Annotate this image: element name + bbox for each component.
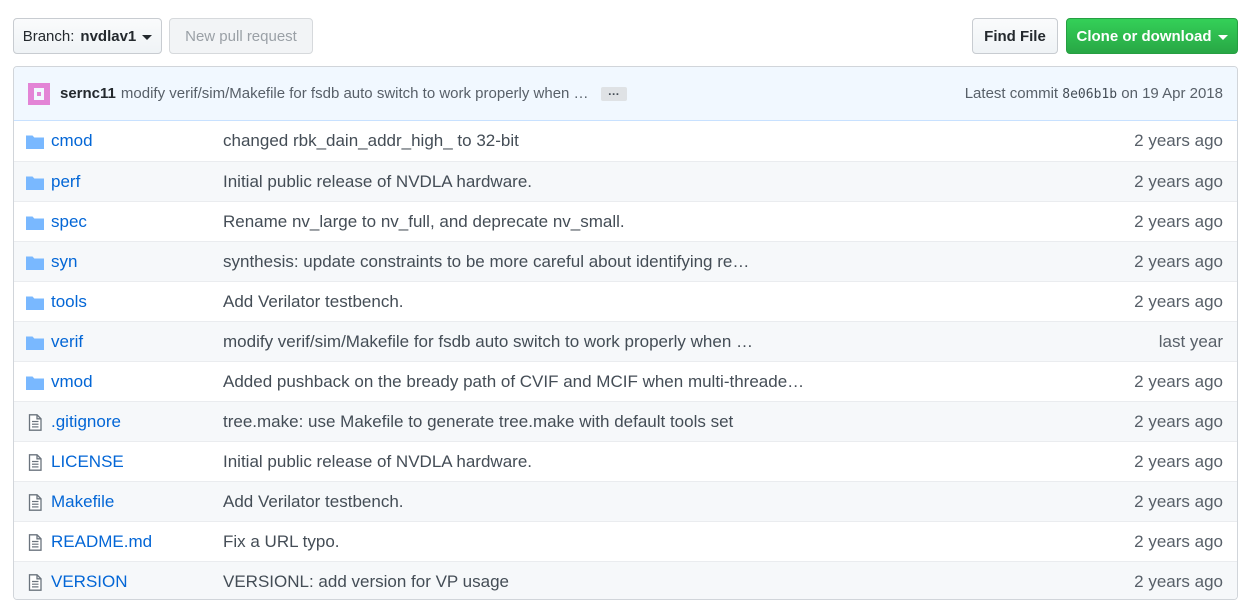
file-name-link[interactable]: syn bbox=[51, 252, 77, 272]
commit-message-link[interactable]: Added pushback on the bready path of CVI… bbox=[223, 372, 804, 392]
find-file-button[interactable]: Find File bbox=[972, 18, 1058, 54]
file-icon bbox=[25, 454, 45, 471]
commit-message-link[interactable]: Initial public release of NVDLA hardware… bbox=[223, 172, 532, 192]
folder-icon bbox=[25, 214, 45, 231]
latest-commit-info: Latest commit 8e06b1b on 19 Apr 2018 bbox=[965, 85, 1223, 102]
commit-age: 2 years ago bbox=[1134, 571, 1223, 591]
commit-message-link[interactable]: Add Verilator testbench. bbox=[223, 492, 404, 512]
commit-message-link[interactable]: changed rbk_dain_addr_high_ to 32-bit bbox=[223, 131, 519, 151]
latest-commit-label: Latest commit bbox=[964, 85, 1059, 102]
commit-age: 2 years ago bbox=[1134, 171, 1223, 191]
commit-sha-link[interactable]: 8e06b1b bbox=[1062, 87, 1117, 102]
commit-age: 2 years ago bbox=[1134, 531, 1223, 551]
expand-commit-button[interactable]: … bbox=[600, 85, 627, 101]
commit-age: 2 years ago bbox=[1134, 491, 1223, 511]
branch-name: nvdlav1 bbox=[80, 27, 137, 45]
file-browser: sernc11 modify verif/sim/Makefile for fs… bbox=[13, 66, 1238, 600]
commit-age: 2 years ago bbox=[1134, 251, 1223, 271]
new-pull-request-button[interactable]: New pull request bbox=[169, 18, 313, 54]
commit-message-link[interactable]: Fix a URL typo. bbox=[223, 532, 340, 552]
commit-message-link[interactable]: modify verif/sim/Makefile for fsdb auto … bbox=[121, 85, 589, 102]
table-row: VERSION VERSIONL: add version for VP usag… bbox=[14, 561, 1237, 599]
table-row: vmod Added pushback on the bready path of… bbox=[14, 361, 1237, 401]
latest-commit-bar: sernc11 modify verif/sim/Makefile for fs… bbox=[14, 67, 1237, 121]
commit-age: 2 years ago bbox=[1134, 411, 1223, 431]
file-name-link[interactable]: vmod bbox=[51, 372, 93, 392]
commit-message-link[interactable]: VERSIONL: add version for VP usage bbox=[223, 572, 509, 592]
table-row: verif modify verif/sim/Makefile for fsdb … bbox=[14, 321, 1237, 361]
file-name-link[interactable]: verif bbox=[51, 332, 83, 352]
folder-icon bbox=[25, 374, 45, 391]
file-icon bbox=[25, 534, 45, 551]
commit-message-link[interactable]: Add Verilator testbench. bbox=[223, 292, 404, 312]
clone-or-download-button[interactable]: Clone or download bbox=[1066, 18, 1238, 54]
file-icon bbox=[25, 574, 45, 591]
file-name-link[interactable]: LICENSE bbox=[51, 452, 124, 472]
file-icon bbox=[25, 494, 45, 511]
commit-date: on 19 Apr 2018 bbox=[1121, 85, 1223, 102]
table-row: perf Initial public release of NVDLA hard… bbox=[14, 161, 1237, 201]
commit-message-link[interactable]: tree.make: use Makefile to generate tree… bbox=[223, 412, 733, 432]
commit-age: 2 years ago bbox=[1134, 371, 1223, 391]
table-row: spec Rename nv_large to nv_full, and depr… bbox=[14, 201, 1237, 241]
file-name-link[interactable]: perf bbox=[51, 172, 80, 192]
commit-age: 2 years ago bbox=[1134, 131, 1223, 150]
commit-message-link[interactable]: Initial public release of NVDLA hardware… bbox=[223, 452, 532, 472]
avatar[interactable] bbox=[28, 82, 50, 105]
file-name-link[interactable]: .gitignore bbox=[51, 412, 121, 432]
branch-label: Branch: bbox=[22, 27, 75, 45]
file-name-link[interactable]: Makefile bbox=[51, 492, 114, 512]
file-icon bbox=[25, 414, 45, 431]
folder-icon bbox=[25, 133, 45, 150]
table-row: syn synthesis: update constraints to be m… bbox=[14, 241, 1237, 281]
table-row: README.md Fix a URL typo. 2 years ago bbox=[14, 521, 1237, 561]
file-name-link[interactable]: spec bbox=[51, 212, 87, 232]
caret-down-icon bbox=[1217, 34, 1228, 40]
file-name-link[interactable]: tools bbox=[51, 292, 87, 312]
table-row: tools Add Verilator testbench. 2 years ago bbox=[14, 281, 1237, 321]
table-row: cmod changed rbk_dain_addr_high_ to 32-bi… bbox=[14, 121, 1237, 161]
file-list: cmod changed rbk_dain_addr_high_ to 32-bi… bbox=[14, 121, 1237, 599]
folder-icon bbox=[25, 334, 45, 351]
clone-label: Clone or download bbox=[1076, 27, 1212, 45]
folder-icon bbox=[25, 294, 45, 311]
commit-message-link[interactable]: Rename nv_large to nv_full, and deprecat… bbox=[223, 212, 625, 232]
commit-message-link[interactable]: synthesis: update constraints to be more… bbox=[223, 252, 749, 272]
folder-icon bbox=[25, 254, 45, 271]
branch-select-button[interactable]: Branch: nvdlav1 bbox=[13, 18, 162, 54]
caret-down-icon bbox=[142, 34, 153, 40]
commit-age: 2 years ago bbox=[1134, 291, 1223, 311]
file-name-link[interactable]: README.md bbox=[51, 532, 152, 552]
commit-age: 2 years ago bbox=[1134, 211, 1223, 231]
table-row: .gitignore tree.make: use Makefile to gen… bbox=[14, 401, 1237, 441]
file-name-link[interactable]: VERSION bbox=[51, 572, 128, 592]
table-row: LICENSE Initial public release of NVDLA h… bbox=[14, 441, 1237, 481]
commit-age: last year bbox=[1158, 331, 1223, 351]
commit-author-link[interactable]: sernc11 bbox=[60, 85, 116, 102]
file-name-link[interactable]: cmod bbox=[51, 131, 93, 151]
commit-message-link[interactable]: modify verif/sim/Makefile for fsdb auto … bbox=[223, 332, 753, 352]
commit-age: 2 years ago bbox=[1134, 451, 1223, 471]
table-row: Makefile Add Verilator testbench. 2 years … bbox=[14, 481, 1237, 521]
folder-icon bbox=[25, 174, 45, 191]
